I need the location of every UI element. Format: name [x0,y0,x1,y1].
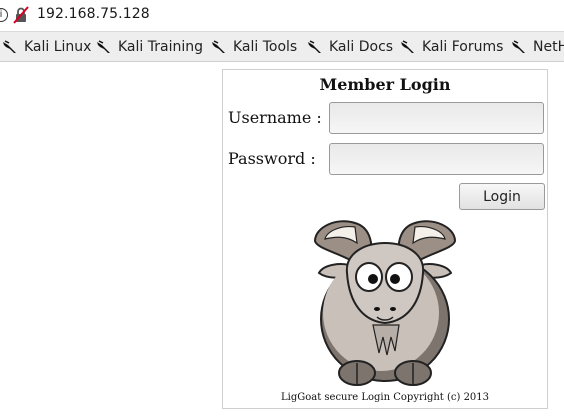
url-text[interactable]: 192.168.75.128 [37,6,150,22]
copyright-footer: LigGoat secure Login Copyright (c) 2013 [280,392,490,403]
insecure-lock-icon[interactable] [13,6,29,24]
login-panel: Member Login Username : Password : Login [222,69,548,409]
goat-logo [313,220,457,386]
bookmark-label: Kali Training [118,38,203,55]
bookmark-kali-docs[interactable]: Kali Docs [307,32,393,61]
bookmark-neth[interactable]: NetH [511,32,564,61]
bookmark-kali-linux[interactable]: Kali Linux [2,32,91,61]
kali-dragon-icon [512,39,525,53]
kali-dragon-icon [97,39,110,53]
kali-dragon-icon [212,39,225,53]
address-bar: i 192.168.75.128 [0,0,564,32]
bookmark-kali-tools[interactable]: Kali Tools [211,32,297,61]
page-title: Member Login [319,75,451,94]
bookmark-kali-forums[interactable]: Kali Forums [400,32,503,61]
username-input[interactable] [329,102,544,134]
password-input[interactable] [329,143,544,175]
kali-dragon-icon [401,39,414,53]
bookmark-label: Kali Docs [329,38,394,55]
kali-dragon-icon [3,39,16,53]
bookmark-label: Kali Forums [422,38,504,55]
bookmark-kali-training[interactable]: Kali Training [96,32,203,61]
login-button[interactable]: Login [459,183,545,210]
password-label: Password : [228,149,316,168]
info-icon[interactable]: i [0,8,8,22]
username-label: Username : [228,108,322,127]
bookmark-label: NetH [533,38,564,55]
bookmarks-toolbar: Kali Linux Kali Training Kali Tools Kali… [0,32,564,62]
kali-dragon-icon [308,39,321,53]
bookmark-label: Kali Linux [24,38,92,55]
bookmark-label: Kali Tools [233,38,298,55]
